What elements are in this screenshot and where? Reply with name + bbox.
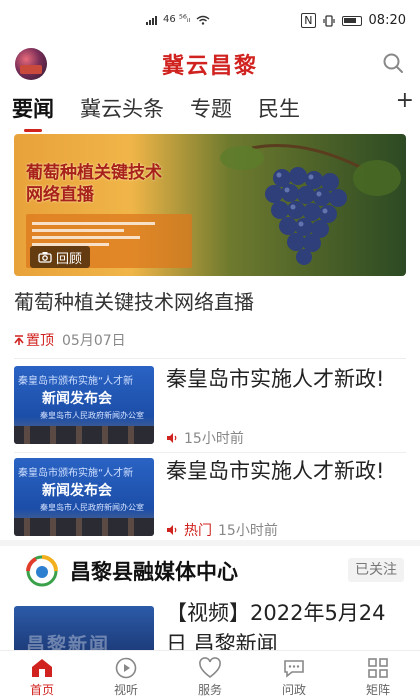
nav-audiovisual[interactable]: 视听 [84, 651, 168, 700]
play-icon [115, 657, 137, 679]
vibrate-icon [322, 14, 335, 27]
news-thumbnail: 秦皇岛市颁布实施“人才新 新闻发布会 秦皇岛市人民政府新闻办公室 [14, 366, 154, 444]
follow-button[interactable]: 已关注 [348, 558, 404, 582]
nav-matrix[interactable]: 矩阵 [336, 651, 420, 700]
nav-inquiry[interactable]: 问政 [252, 651, 336, 700]
thumb-sub-text: 秦皇岛市人民政府新闻办公室 [40, 411, 144, 420]
chat-icon [284, 660, 304, 678]
add-tab-button[interactable]: + [396, 88, 414, 113]
list-item[interactable]: 秦皇岛市颁布实施“人才新 新闻发布会 秦皇岛市人民政府新闻办公室 秦皇岛市实施人… [14, 458, 406, 544]
speaker-icon [167, 525, 177, 535]
network-indicators: 46 ⁵⁶ᵢₗ [146, 14, 210, 25]
featured-date: 05月07日 [62, 333, 126, 349]
media-center-row[interactable]: 昌黎县融媒体中心 已关注 [14, 550, 406, 594]
video-thumbnail[interactable]: 昌黎新闻 [14, 606, 154, 654]
divider [14, 452, 406, 453]
banner-title-line2: 网络直播 [26, 185, 94, 205]
tab-topics[interactable]: 专题 [190, 93, 232, 123]
status-bar: 46 ⁵⁶ᵢₗ N 08:20 [0, 0, 420, 44]
divider [14, 358, 406, 359]
news-thumbnail: 秦皇岛市颁布实施“人才新 新闻发布会 秦皇岛市人民政府新闻办公室 [14, 458, 154, 536]
home-icon [32, 659, 52, 677]
thumb-main-text: 新闻发布会 [42, 391, 112, 407]
news-meta: 15小时前 [166, 428, 244, 448]
nav-label: 问政 [281, 683, 306, 697]
news-title[interactable]: 秦皇岛市实施人才新政! [166, 364, 406, 395]
status-right: N 08:20 [301, 13, 406, 28]
media-center-name: 昌黎县融媒体中心 [70, 560, 238, 584]
section-divider [0, 540, 420, 546]
hot-badge: 热门 [184, 523, 212, 539]
featured-banner[interactable]: 葡萄种植关键技术 网络直播 回顾 [14, 134, 406, 276]
bottom-nav: 首页 视听 服务 问政 矩阵 [0, 650, 420, 700]
thumb-heading: 秦皇岛市颁布实施“人才新 [18, 376, 134, 387]
page-title: 冀云昌黎 [161, 54, 258, 79]
battery-icon [341, 15, 362, 26]
nfc-icon: N [301, 13, 316, 28]
news-time: 15小时前 [218, 523, 278, 539]
media-logo-icon [26, 555, 58, 587]
nav-label: 矩阵 [365, 683, 390, 697]
speaker-icon [167, 433, 177, 443]
tab-headlines[interactable]: 要闻 [12, 93, 54, 123]
grid-icon [368, 658, 388, 678]
pin-badge: 置顶 [14, 330, 54, 350]
thumb-sub-text: 秦皇岛市人民政府新闻办公室 [40, 503, 144, 512]
nav-services[interactable]: 服务 [168, 651, 252, 700]
thumb-main-text: 新闻发布会 [42, 483, 112, 499]
thumb-people [14, 426, 154, 444]
thumb-heading: 秦皇岛市颁布实施“人才新 [18, 468, 134, 479]
app-header: 冀云昌黎 [0, 44, 420, 84]
nav-label: 视听 [113, 683, 138, 697]
thumb-people [14, 518, 154, 536]
nav-home[interactable]: 首页 [0, 651, 84, 700]
featured-meta: 置顶 05月07日 [14, 330, 126, 350]
tab-livelihood[interactable]: 民生 [258, 93, 300, 123]
banner-title-line1: 葡萄种植关键技术 [26, 163, 162, 183]
news-meta: 热门 15小时前 [166, 520, 278, 540]
news-title[interactable]: 秦皇岛市实施人才新政! [166, 456, 406, 487]
cellular-signal-icon [146, 15, 157, 25]
replay-button[interactable]: 回顾 [30, 246, 91, 268]
pin-label: 置顶 [26, 333, 54, 349]
camera-icon [38, 252, 52, 263]
featured-caption[interactable]: 葡萄种植关键技术网络直播 [14, 286, 254, 315]
category-tabs: 要闻 冀云头条 专题 民生 + [0, 88, 420, 128]
network-label: 46 ⁵⁶ᵢₗ [163, 14, 191, 25]
replay-label: 回顾 [56, 251, 83, 267]
wifi-icon [196, 15, 210, 25]
nav-label: 首页 [29, 683, 54, 697]
grapes-image [220, 144, 401, 265]
heart-icon [199, 657, 221, 679]
search-icon[interactable] [382, 52, 404, 74]
news-time: 15小时前 [184, 431, 244, 447]
status-time: 08:20 [368, 13, 406, 28]
tab-jiyun-top[interactable]: 冀云头条 [80, 93, 164, 123]
pin-up-icon [14, 335, 24, 345]
nav-label: 服务 [197, 683, 222, 697]
list-item[interactable]: 秦皇岛市颁布实施“人才新 新闻发布会 秦皇岛市人民政府新闻办公室 秦皇岛市实施人… [14, 366, 406, 452]
